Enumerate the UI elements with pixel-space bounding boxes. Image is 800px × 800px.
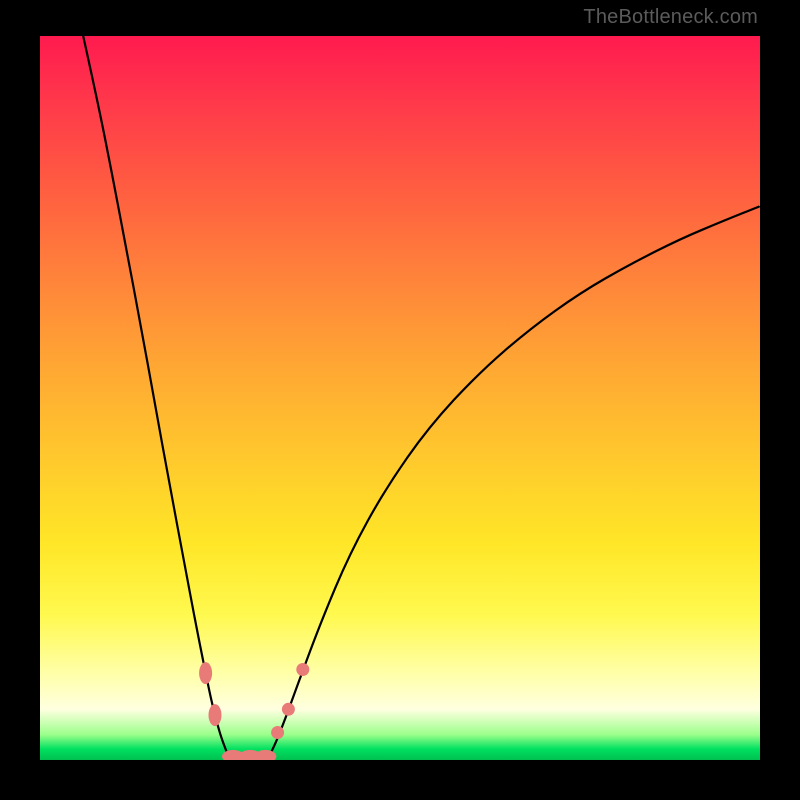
bottleneck-curve (40, 36, 760, 760)
plot-area (40, 36, 760, 760)
watermark-text: TheBottleneck.com (583, 6, 758, 29)
data-points (199, 662, 309, 760)
chart-frame: TheBottleneck.com (0, 0, 800, 800)
data-point-right-upper (296, 663, 309, 676)
data-point-right-mid (282, 703, 295, 716)
data-point-left-upper (199, 662, 212, 684)
data-point-right-lower (271, 726, 284, 739)
data-point-left-lower (209, 704, 222, 726)
data-point-floor-3 (254, 750, 276, 760)
curve-path (83, 36, 760, 760)
